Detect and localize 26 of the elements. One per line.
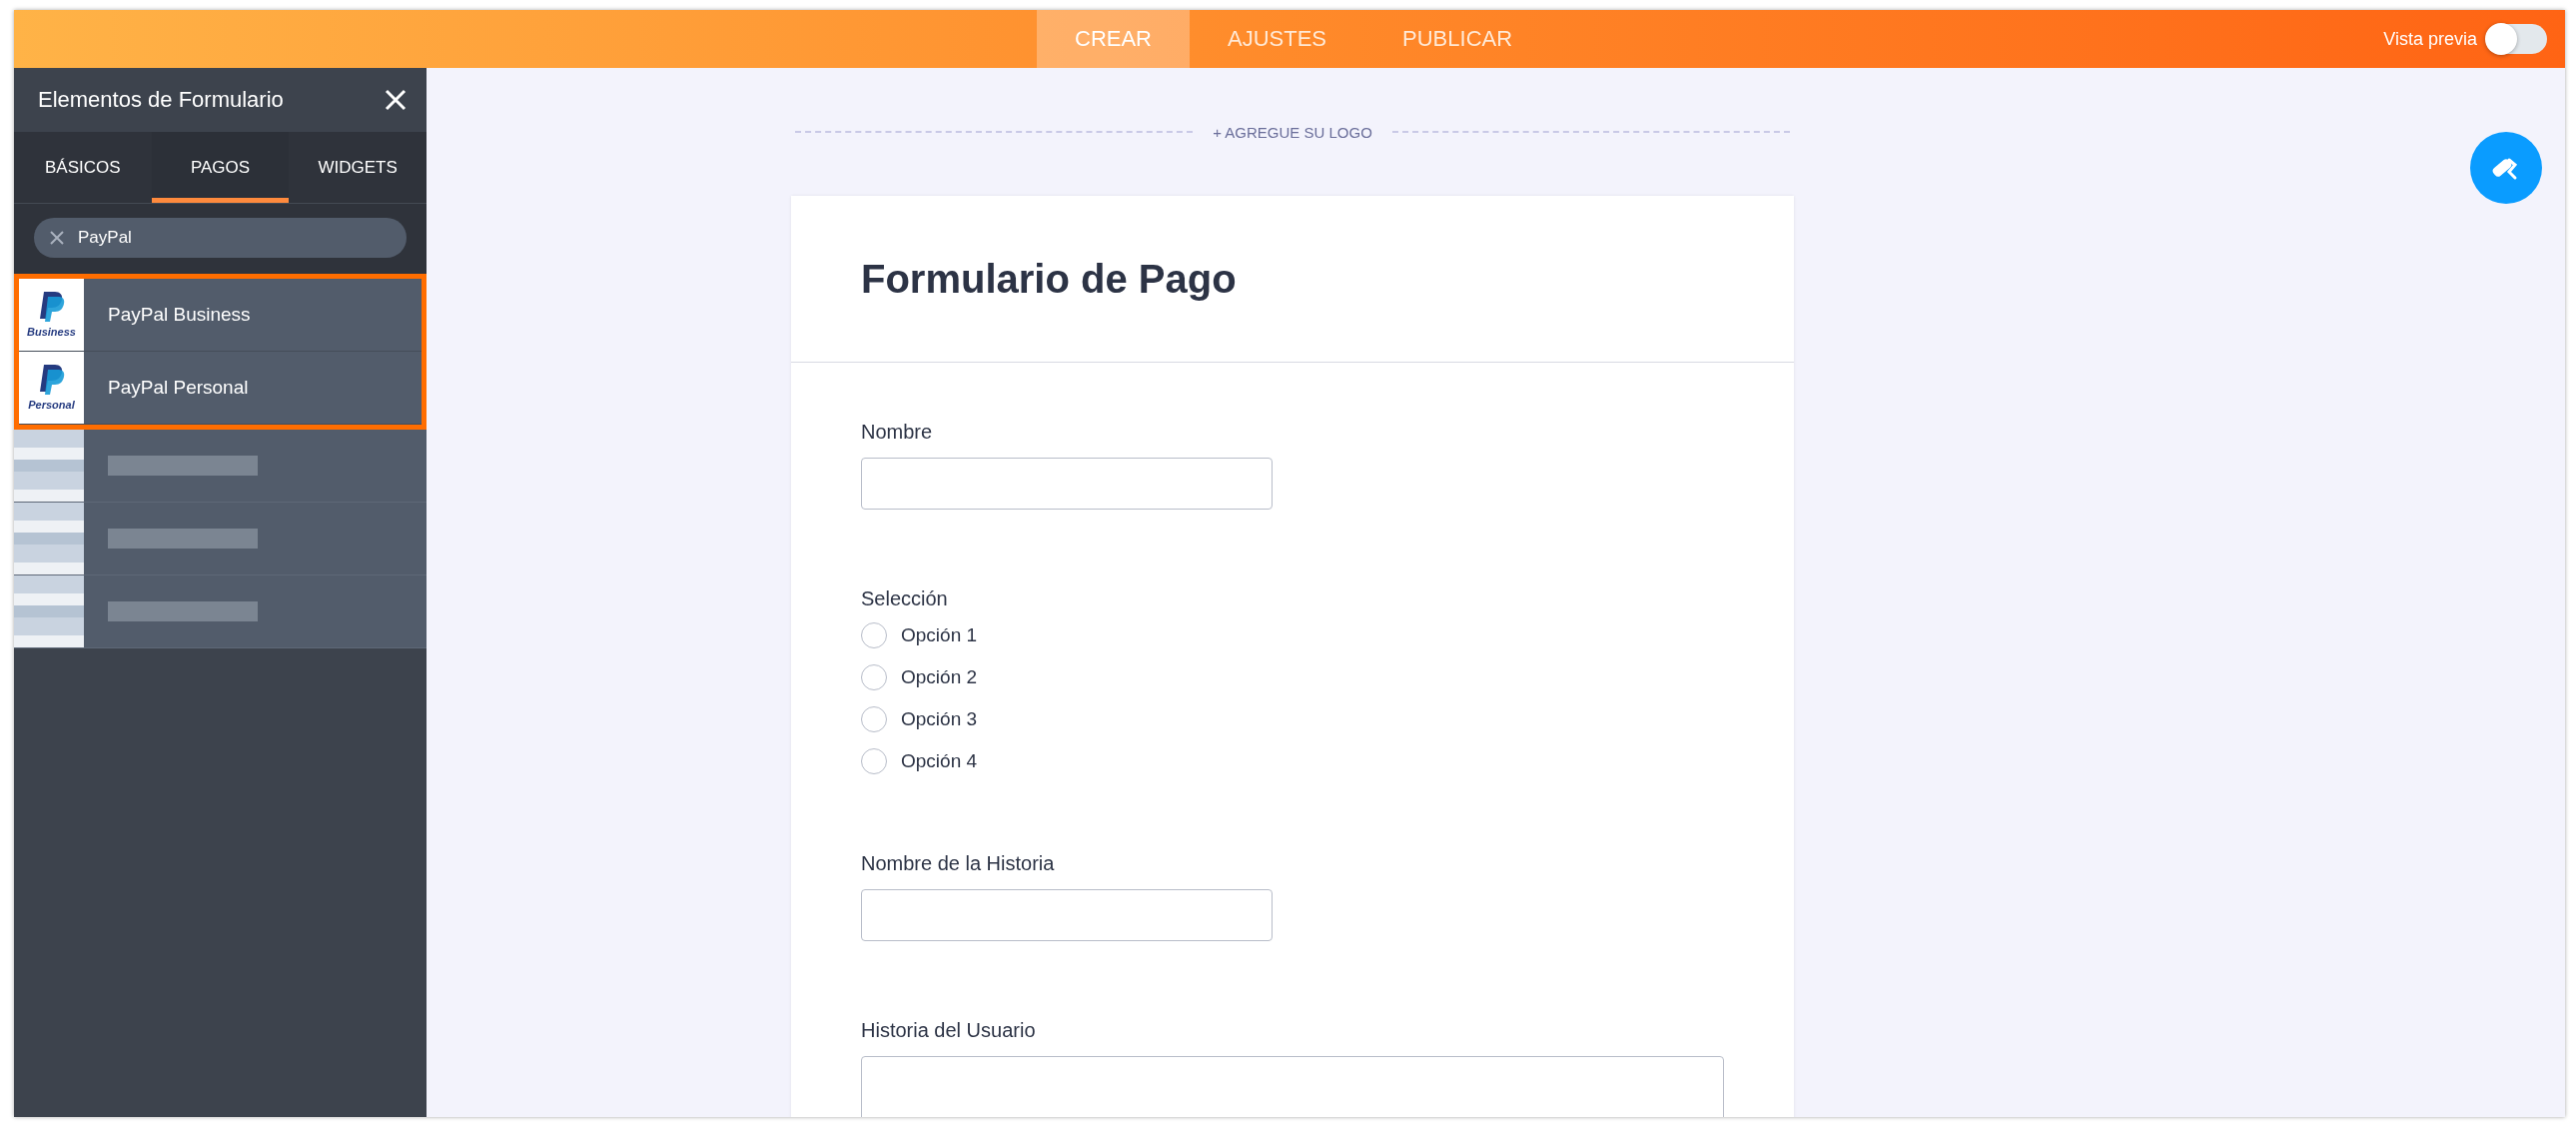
sidebar-item[interactable]: Personal PayPal Personal (19, 352, 422, 425)
preview-toggle[interactable] (2487, 24, 2547, 54)
item-label: PayPal Personal (108, 377, 249, 399)
field-label: Nombre (861, 421, 934, 444)
logo-caption: Business (27, 326, 76, 338)
input-field[interactable] (861, 889, 1273, 941)
p-logo-icon (38, 292, 65, 322)
option-label: Opción 1 (901, 624, 978, 646)
preview-label: Vista previa (2383, 28, 2477, 50)
p-logo-icon (38, 365, 65, 395)
logo-caption: Personal (28, 399, 75, 411)
field-label: Nombre de la Historia (861, 852, 1056, 875)
item-label: PayPal Business (108, 304, 251, 326)
sidebar-title: Elementos de Formulario (38, 87, 284, 113)
clear-icon[interactable] (50, 231, 64, 245)
option-label: Opción 2 (901, 666, 978, 688)
form-title: Formulario de Pago (861, 256, 1237, 302)
option-label: Opción 4 (901, 750, 978, 772)
sidebar-item[interactable]: Business PayPal Business (19, 279, 422, 352)
close-icon[interactable] (385, 89, 407, 111)
input-field[interactable] (861, 458, 1273, 510)
option-label: Opción 3 (901, 708, 978, 730)
field-label: Historia del Usuario (861, 1019, 1037, 1042)
add-logo-link[interactable]: + AGREGUE SU LOGO (1213, 123, 1372, 141)
field-label: Selección (861, 587, 949, 610)
search-field[interactable]: PayPal (34, 218, 407, 258)
